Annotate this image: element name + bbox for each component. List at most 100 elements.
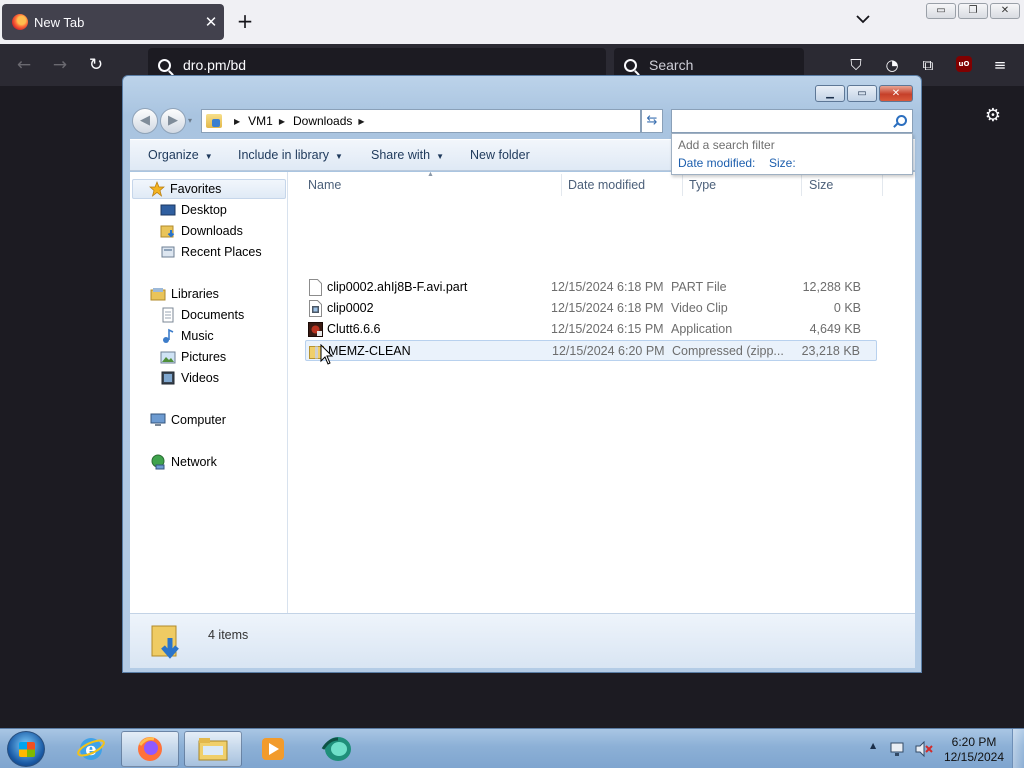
computer-icon [150,412,166,428]
column-header-type[interactable]: Type [689,178,716,192]
nav-item-computer[interactable]: Computer [150,410,226,430]
filter-date-modified[interactable]: Date modified: [678,156,755,170]
video-file-icon [308,300,323,317]
nav-item-desktop[interactable]: Desktop [160,200,227,220]
music-icon [160,328,176,344]
network-status-icon[interactable] [890,741,908,757]
share-with-button[interactable]: Share with ▼ [371,148,444,162]
file-row[interactable]: clip0002.ahIj8B-F.avi.part 12/15/2024 6:… [305,277,877,298]
refresh-button[interactable]: ⇆ [641,109,663,133]
maximize-button[interactable]: ▭ [847,85,877,102]
list-all-tabs-button[interactable] [852,12,874,32]
breadcrumb-arrow-icon[interactable]: ▶ [279,117,285,126]
file-row[interactable]: MEMZ-CLEAN 12/15/2024 6:20 PM Compressed… [305,340,877,361]
start-button[interactable] [7,731,45,767]
clock[interactable]: 6:20 PM 12/15/2024 [942,735,1006,765]
search-icon [896,115,907,126]
star-icon [149,181,165,197]
sort-ascending-icon: ▲ [427,171,434,178]
extensions-icon[interactable]: ⧉ [917,54,939,76]
taskbar-media-player[interactable] [244,731,302,767]
nav-item-favorites[interactable]: Favorites [132,179,286,199]
pocket-icon[interactable]: ⛉ [845,54,867,76]
folder-icon [198,738,228,761]
new-folder-button[interactable]: New folder [470,148,530,162]
close-button[interactable]: ✕ [879,85,913,102]
organize-button[interactable]: Organize ▼ [148,148,213,162]
address-bar[interactable]: ▶ VM1 ▶ Downloads ▶ ▼ [201,109,713,133]
volume-muted-icon[interactable] [914,741,934,757]
explorer-body: Favorites Desktop Downloads Recent Place… [130,171,915,613]
forward-button[interactable]: ▶ [160,108,186,134]
column-divider[interactable] [801,174,802,196]
taskbar-firefox[interactable] [121,731,179,767]
browser-tab-strip: New Tab ✕ + ▭ ❐ ✕ [0,0,1024,44]
back-button[interactable]: ◀ [132,108,158,134]
url-text: dro.pm/bd [183,57,247,73]
taskbar: e ▲ 6:20 PM 12/15/2024 [0,728,1024,768]
nav-item-recent-places[interactable]: Recent Places [160,242,262,262]
tab-close-icon[interactable]: ✕ [198,13,224,31]
search-icon [624,58,637,72]
pictures-icon [160,349,176,365]
taskbar-explorer[interactable] [184,731,242,767]
recent-pages-icon[interactable]: ▾ [188,116,192,125]
column-header-date[interactable]: Date modified [568,178,645,192]
minimize-button[interactable]: ▁ [815,85,845,102]
mouse-cursor-icon [320,344,334,365]
taskbar-app[interactable] [308,731,366,767]
tab-title: New Tab [34,14,85,30]
nav-item-libraries[interactable]: Libraries [150,284,219,304]
vm-restore-button[interactable]: ❐ [958,3,988,19]
file-list: ▲ Name Date modified Type Size clip0002.… [289,171,915,613]
clock-date: 12/15/2024 [943,750,1005,764]
nav-item-network[interactable]: Network [150,452,217,472]
show-desktop-button[interactable] [1012,729,1024,768]
include-in-library-button[interactable]: Include in library ▼ [238,148,343,162]
menu-icon[interactable]: ≡ [989,54,1011,76]
vm-close-button[interactable]: ✕ [990,3,1020,19]
breadcrumb-arrow-icon[interactable]: ▶ [234,117,240,126]
chevron-down-icon [856,15,870,24]
file-row[interactable]: clip0002 12/15/2024 6:18 PM Video Clip 0… [305,298,877,319]
new-tab-button[interactable]: + [234,10,256,32]
taskbar-internet-explorer[interactable]: e [62,731,120,767]
file-row[interactable]: Clutt6.6.6 12/15/2024 6:15 PM Applicatio… [305,319,877,340]
breadcrumb-vm1[interactable]: VM1 [248,114,273,128]
column-divider[interactable] [561,174,562,196]
videos-icon [160,370,176,386]
nav-item-downloads[interactable]: Downloads [160,221,243,241]
nav-item-documents[interactable]: Documents [160,305,244,325]
breadcrumb-downloads[interactable]: Downloads [293,114,352,128]
folder-icon [206,114,222,128]
column-header-size[interactable]: Size [809,178,833,192]
search-icon [158,58,171,72]
documents-icon [160,307,176,323]
show-hidden-icons[interactable]: ▲ [870,741,876,750]
column-header-name[interactable]: Name [308,178,341,192]
search-filter-popup: Add a search filter Date modified: Size: [671,133,913,175]
vm-minimize-button[interactable]: ▭ [926,3,956,19]
browser-tab[interactable]: New Tab ✕ [2,4,224,40]
account-icon[interactable]: ◔ [881,54,903,76]
firefox-icon [12,14,28,30]
nav-item-videos[interactable]: Videos [160,368,219,388]
search-input[interactable] [671,109,913,133]
filter-size[interactable]: Size: [769,156,796,170]
internet-explorer-icon: e [77,738,105,760]
downloads-folder-icon [150,620,184,660]
column-divider[interactable] [682,174,683,196]
search-placeholder: Search [649,57,694,73]
network-icon [150,454,166,470]
reload-icon[interactable]: ↻ [84,53,108,77]
back-arrow-icon[interactable]: ← [12,53,36,77]
breadcrumb-arrow-icon[interactable]: ▶ [358,117,364,126]
item-count: 4 items [208,628,249,642]
forward-arrow-icon[interactable]: → [48,53,72,77]
gear-icon[interactable]: ⚙ [982,105,1004,127]
column-divider[interactable] [882,174,883,196]
ublock-icon[interactable]: uO [956,56,972,72]
nav-item-pictures[interactable]: Pictures [160,347,226,367]
blank-file-icon [308,279,323,296]
nav-item-music[interactable]: Music [160,326,214,346]
